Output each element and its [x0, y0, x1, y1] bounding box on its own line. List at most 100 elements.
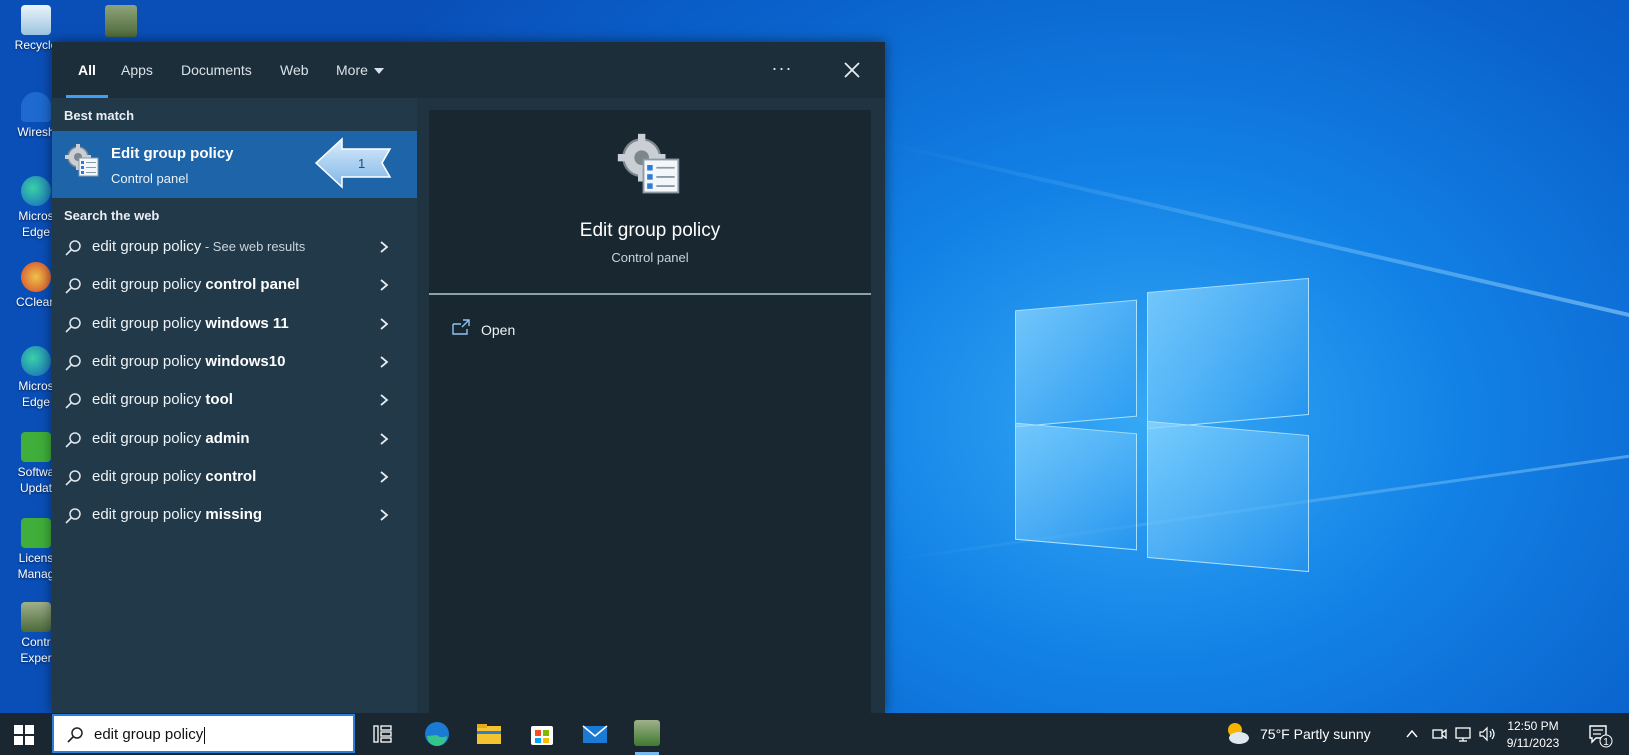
web-result-row[interactable]: edit group policy tool: [52, 382, 417, 419]
tab-label: Documents: [181, 62, 252, 78]
search-icon: [65, 278, 81, 294]
chevron-right-icon[interactable]: [378, 470, 390, 484]
desktop-icon-label: Micros Edge: [18, 379, 54, 409]
taskbar-search-input[interactable]: edit group policy: [52, 714, 355, 753]
web-result-query: edit group policy: [92, 352, 206, 370]
tab-more[interactable]: More: [336, 42, 384, 98]
close-icon[interactable]: [840, 58, 864, 82]
web-result-row[interactable]: edit group policy control: [52, 459, 417, 496]
best-match-header: Best match: [64, 108, 135, 123]
web-result-text: edit group policy - See web results: [92, 238, 305, 255]
windows-logo-pane: [1147, 277, 1309, 430]
chevron-right-icon[interactable]: [378, 393, 390, 407]
mail-icon[interactable]: [575, 717, 615, 751]
web-result-suggestion: control panel: [205, 276, 300, 294]
open-icon: [452, 319, 470, 335]
results-list: Best match Edit group policy Control pan…: [52, 98, 417, 713]
web-result-text: edit group policy windows10: [92, 353, 285, 370]
clock-date: 9/11/2023: [1506, 736, 1560, 750]
search-icon: [65, 355, 81, 371]
web-result-suggestion: tool: [205, 391, 233, 409]
chevron-right-icon[interactable]: [378, 317, 390, 331]
edge-icon[interactable]: [417, 717, 457, 751]
web-result-hint: - See web results: [201, 239, 306, 254]
preview-title: Edit group policy: [579, 220, 721, 241]
control-expert-icon: [21, 602, 51, 632]
open-action[interactable]: Open: [451, 318, 571, 342]
windows-logo-pane: [1147, 420, 1309, 573]
tab-label: More: [336, 62, 368, 78]
tab-label: All: [78, 62, 96, 78]
web-result-row[interactable]: edit group policy admin: [52, 421, 417, 458]
open-label: Open: [481, 322, 516, 338]
search-tab-bar: All Apps Documents Web More ···: [52, 42, 885, 98]
edge-icon: [21, 346, 51, 376]
search-icon: [65, 470, 81, 486]
search-icon: [65, 240, 81, 256]
web-result-suggestion: control: [205, 467, 257, 485]
desktop-icon-label: Contr Exper: [20, 635, 52, 665]
web-result-row[interactable]: edit group policy windows 11: [52, 306, 417, 343]
web-result-row[interactable]: edit group policy control panel: [52, 267, 417, 304]
store-icon[interactable]: [522, 717, 562, 751]
web-result-suggestion: windows 11: [205, 314, 289, 332]
web-result-query: edit group policy: [92, 238, 202, 255]
taskbar: edit group policy 75°F Partly sunny 12:5…: [0, 713, 1629, 755]
windows-start-icon[interactable]: [14, 725, 34, 745]
meet-now-icon[interactable]: [1430, 725, 1448, 743]
chevron-right-icon[interactable]: [378, 278, 390, 292]
best-match-item[interactable]: Edit group policy Control panel 1: [52, 131, 417, 198]
web-result-text: edit group policy control: [92, 468, 256, 485]
web-result-suggestion: windows10: [205, 352, 286, 370]
clock[interactable]: 12:50 PM 9/11/2023: [1498, 718, 1568, 752]
search-icon: [65, 508, 81, 524]
web-result-row[interactable]: edit group policy missing: [52, 497, 417, 534]
caret-down-icon: [373, 68, 384, 75]
web-result-query: edit group policy: [92, 429, 206, 447]
desktop-icon-label: CClean: [15, 295, 57, 309]
task-view-icon[interactable]: [363, 717, 403, 751]
weather-text[interactable]: 75°F Partly sunny: [1260, 726, 1371, 742]
start-search-panel: All Apps Documents Web More ··· Best mat…: [52, 42, 885, 713]
notification-center-icon[interactable]: 1: [1587, 722, 1613, 748]
web-result-row[interactable]: edit group policy windows10: [52, 344, 417, 381]
tab-web[interactable]: Web: [280, 42, 309, 98]
chevron-right-icon[interactable]: [378, 240, 390, 254]
web-result-text: edit group policy admin: [92, 430, 250, 447]
chevron-up-icon[interactable]: [1404, 726, 1420, 742]
tab-all[interactable]: All: [66, 42, 108, 98]
desktop-icon-label: Recycle: [14, 38, 58, 52]
group-policy-icon: [617, 133, 680, 194]
desktop-shortcut-top[interactable]: [105, 5, 137, 37]
desktop-icon-label: Softwa Updat: [17, 465, 55, 495]
desktop-icon-label: Wiresh: [17, 125, 55, 139]
web-result-query: edit group policy: [92, 467, 206, 485]
file-explorer-icon[interactable]: [469, 717, 509, 751]
callout-number: 1: [358, 156, 365, 171]
tab-label: Apps: [121, 62, 153, 78]
network-icon[interactable]: [1453, 725, 1473, 743]
search-icon: [65, 393, 81, 409]
tab-apps[interactable]: Apps: [121, 42, 153, 98]
search-icon: [67, 727, 83, 743]
control-app-button[interactable]: [627, 717, 667, 755]
edge-icon: [21, 176, 51, 206]
chevron-right-icon[interactable]: [378, 355, 390, 369]
chevron-right-icon[interactable]: [378, 508, 390, 522]
chevron-right-icon[interactable]: [378, 432, 390, 446]
volume-icon[interactable]: [1477, 725, 1497, 743]
desktop-icon-label: Micros Edge: [18, 209, 54, 239]
web-result-query: edit group policy: [92, 506, 206, 524]
ellipsis-icon[interactable]: ···: [767, 58, 797, 82]
web-result-suggestion: missing: [205, 506, 263, 524]
search-value: edit group policy: [94, 726, 204, 743]
preview-subtitle: Control panel: [611, 250, 689, 265]
text-cursor: [204, 726, 206, 744]
web-result-row[interactable]: edit group policy - See web results: [52, 229, 417, 266]
wireshark-icon: [21, 92, 51, 122]
tab-documents[interactable]: Documents: [181, 42, 252, 98]
web-result-query: edit group policy: [92, 276, 206, 294]
ccleaner-icon: [21, 262, 51, 292]
weather-partly-sunny-icon[interactable]: [1222, 719, 1252, 747]
callout-arrow-icon: 1: [314, 137, 392, 189]
